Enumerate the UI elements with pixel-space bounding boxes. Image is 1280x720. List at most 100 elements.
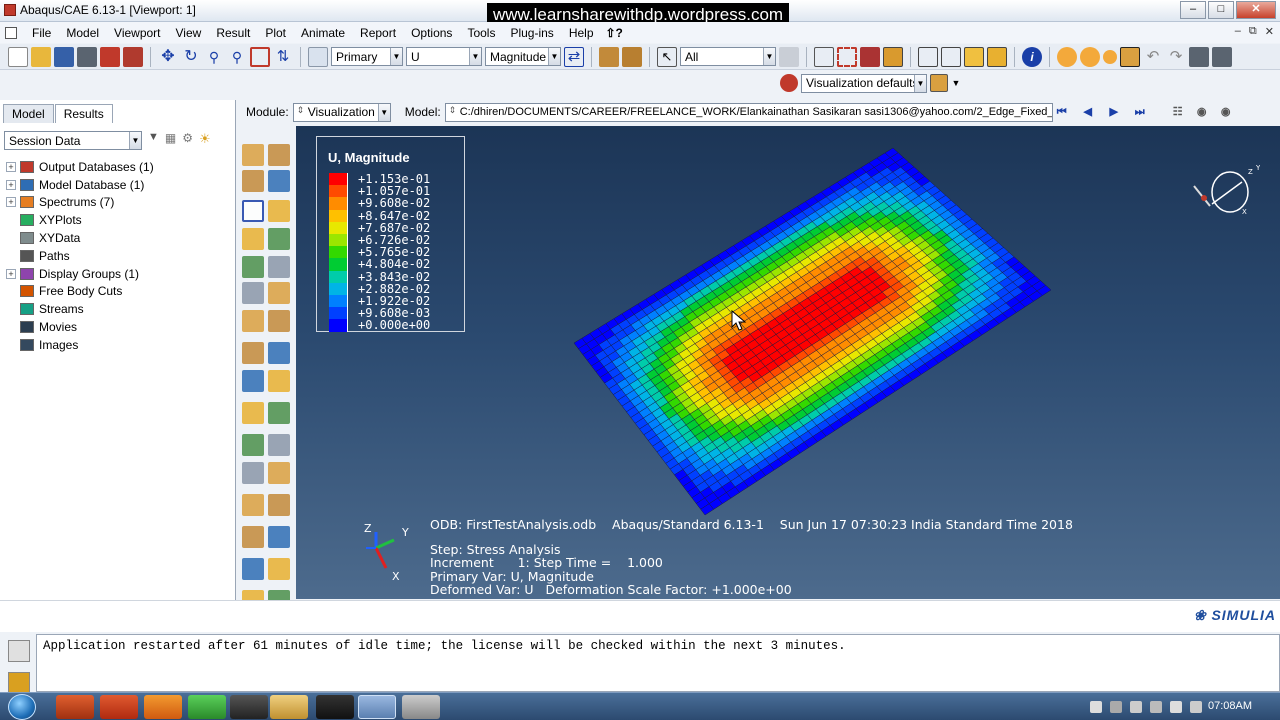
auto-fit-icon[interactable] [250,46,270,67]
frame-ladder-icon[interactable] [599,46,619,67]
next-frame-button[interactable]: ▶ [1105,104,1123,120]
command-line-icon[interactable] [8,672,30,694]
probe-icon[interactable] [242,402,264,424]
step-frame-icon[interactable] [308,46,328,67]
export-icon[interactable] [123,46,143,67]
model-path-combo[interactable]: ⇕ C:/dhiren/DOCUMENTS/CAREER/FREELANCE_W… [444,102,1053,122]
expand-icon[interactable]: + [6,268,16,279]
box-zoom-icon[interactable]: ⚲ [227,47,247,67]
layout-grid-icon[interactable] [1212,46,1232,67]
tree-item[interactable]: XYPlots [6,211,154,229]
view-defaults-combo[interactable]: Visualization defaults ▼ [801,73,927,93]
close-button[interactable]: ✕ [1236,1,1276,19]
system-menu-icon[interactable] [5,26,17,39]
expand-icon[interactable]: + [6,161,16,172]
xy-plot-icon[interactable] [242,342,264,364]
free-body-manager-icon[interactable] [242,462,264,484]
last-frame-button[interactable]: ⏭ [1131,104,1149,120]
stream-icon[interactable] [268,462,290,484]
chevron-down-icon[interactable]: ▼ [129,132,141,149]
animate-time-icon[interactable] [242,256,264,278]
session-data-combo[interactable]: Session Data ▼ [4,131,142,150]
chevron-down-icon[interactable]: ▼ [951,73,961,93]
menu-result[interactable]: Result [209,26,258,40]
display-group-combo[interactable]: All ▼ [680,47,776,66]
view-cube-icon[interactable] [930,74,948,92]
save-icon[interactable] [54,46,74,67]
print-icon[interactable] [77,46,97,67]
menu-plug-ins[interactable]: Plug-ins [503,26,561,40]
menu-options[interactable]: Options [404,26,460,40]
viewport[interactable]: U, Magnitude +1.153e-01 +1.057e-01 +9.608e… [296,126,1280,599]
stream-manager-icon[interactable] [242,494,264,516]
tray-monitor-icon[interactable] [1150,701,1162,713]
start-button[interactable] [8,694,36,720]
collapse-all-icon[interactable]: ▦ [165,131,176,147]
render-style-icon[interactable] [883,46,903,67]
new-file-icon[interactable] [8,46,28,67]
taskbar-window-icon[interactable] [402,695,440,719]
plot-material-orientation-icon[interactable] [242,200,264,222]
tray-volume-icon[interactable] [1170,701,1182,713]
animate-icon[interactable] [242,228,264,250]
taskbar-app-icon[interactable] [56,695,94,719]
menu-tools[interactable]: Tools [460,26,503,40]
info-icon[interactable]: i [1022,46,1042,67]
chevron-down-icon[interactable]: ▼ [763,48,775,65]
path-icon[interactable] [268,494,290,516]
bulb-icon[interactable]: ☀ [199,131,211,147]
chevron-down-icon[interactable]: ▼ [469,48,481,65]
tray-arrow-icon[interactable] [1090,701,1102,713]
taskbar-abaqus-icon[interactable] [358,695,396,719]
taskbar-powerpoint-icon[interactable] [100,695,138,719]
tree-item[interactable]: XYData [6,229,154,247]
rotate-icon[interactable]: ↻ [181,47,201,67]
create-display-group-icon[interactable] [814,46,834,67]
display-group-manager-icon[interactable] [242,558,264,580]
create-xy-data-icon[interactable] [268,310,290,332]
import-icon[interactable] [100,46,120,67]
animate-harmonic-icon[interactable] [268,228,290,250]
tree-item[interactable]: Images [6,336,154,354]
tree-item[interactable]: + Output Databases (1) [6,158,154,176]
module-combo[interactable]: ⇕ Visualization ▼ [292,102,391,122]
message-log-icon[interactable] [8,640,30,662]
view-cut-manager-icon[interactable] [242,434,264,456]
common-options-icon[interactable] [268,256,290,278]
plot-undeformed-icon[interactable] [242,144,264,166]
menu-help[interactable]: Help [562,26,602,40]
expand-icon[interactable]: + [6,197,16,208]
tree-item[interactable]: Streams [6,300,154,318]
chevron-down-icon[interactable]: ▼ [548,48,560,65]
pan-icon[interactable]: ✥ [158,47,178,67]
menu-view[interactable]: View [169,26,210,40]
taskbar-clock[interactable]: 07:08AM [1208,700,1252,712]
display-group-icon[interactable] [268,526,290,548]
camera-icon[interactable]: ◉ [1193,104,1211,120]
sync-icon[interactable]: ⇄ [564,46,584,67]
report-field-icon[interactable] [268,342,290,364]
camera-save-icon[interactable]: ◉ [1217,104,1235,120]
undo-icon[interactable]: ↶ [1143,47,1163,67]
chevron-down-icon[interactable]: ▼ [914,74,926,92]
expand-icon[interactable]: + [6,179,16,190]
tree-item[interactable]: + Display Groups (1) [6,265,154,283]
tab-results[interactable]: Results [54,104,113,123]
tray-network-icon[interactable] [1110,701,1122,713]
tree-item[interactable]: Movies [6,318,154,336]
chevron-down-icon[interactable]: ▼ [390,48,402,65]
view-cut-icon[interactable] [268,402,290,424]
tree-settings-icon[interactable]: ⚙ [182,131,193,147]
cycle-views-icon[interactable]: ⇅ [273,47,293,67]
free-body-icon[interactable] [268,434,290,456]
menu-viewport[interactable]: Viewport [107,26,168,40]
layout-icon[interactable] [1189,46,1209,67]
menu-file[interactable]: File [25,26,59,40]
remove-selected-icon[interactable] [837,46,857,67]
report-xy-icon[interactable] [242,370,264,392]
viewport-copy-icon[interactable]: ☷ [1169,104,1187,120]
frame-select-icon[interactable] [622,46,642,67]
taskbar-chrome-icon[interactable] [188,695,226,719]
viewport-minimize-button[interactable]: – [1235,25,1241,38]
menu-report[interactable]: Report [353,26,404,40]
